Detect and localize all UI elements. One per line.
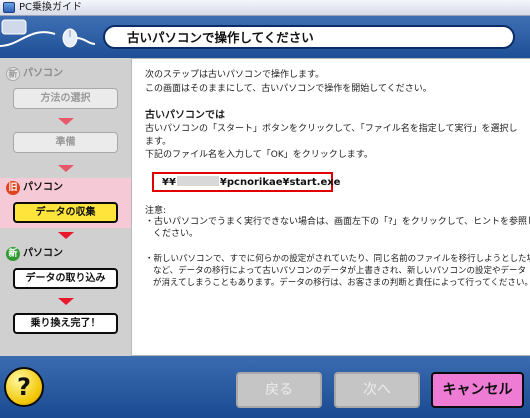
header-banner: 古いパソコンで操作してください bbox=[0, 16, 530, 58]
header-title-box: 古いパソコンで操作してください bbox=[103, 25, 515, 49]
old-pc-heading: 古いパソコンでは bbox=[145, 110, 225, 121]
footer-bar: ? 戻る 次へ キャンセル bbox=[0, 356, 530, 418]
window-title: PC乗換ガイド bbox=[19, 2, 83, 13]
new-badge-icon: 新 bbox=[6, 67, 20, 81]
path-suffix: ¥pcnorikae¥start.exe bbox=[219, 177, 341, 188]
note-text: ください。 bbox=[153, 229, 199, 239]
step-data-import: データの取り込み bbox=[13, 268, 118, 289]
step-preparation: 準備 bbox=[13, 132, 118, 153]
cancel-button[interactable]: キャンセル bbox=[431, 372, 524, 408]
back-button[interactable]: 戻る bbox=[236, 372, 322, 408]
section-label: パソコン bbox=[23, 68, 63, 79]
redacted-hostname bbox=[176, 176, 219, 186]
step-migration-complete: 乗り換え完了！ bbox=[13, 313, 118, 334]
file-path: ¥¥ ¥pcnorikae¥start.exe bbox=[162, 176, 340, 188]
arrow-down-icon bbox=[58, 232, 74, 239]
next-button[interactable]: 次へ bbox=[334, 372, 420, 408]
note-text: が消えてしまうこともあります。データの移行は、お客さまの判断と責任によって行って… bbox=[153, 278, 530, 288]
intro-text: 次のステップは古いパソコンで操作します。 bbox=[145, 70, 325, 80]
note-text: ・新しいパソコンで、すでに何らかの設定がされていたり、同じ名前のファイルを移行し… bbox=[145, 254, 530, 264]
instruction-text: 古いパソコンの「スタート」ボタンをクリックして、「ファイル名を指定して実行」を選… bbox=[145, 124, 518, 134]
arrow-down-icon bbox=[58, 165, 74, 172]
step-sidebar: 新 パソコン 方法の選択 準備 旧 パソコン データの収集 新 パソコン データ… bbox=[0, 58, 131, 356]
help-button[interactable]: ? bbox=[4, 367, 44, 407]
file-path-box: ¥¥ ¥pcnorikae¥start.exe bbox=[152, 172, 340, 192]
title-bar: PC乗換ガイド bbox=[0, 0, 530, 16]
question-icon: ? bbox=[17, 373, 31, 401]
cable-mouse-icon bbox=[0, 19, 95, 48]
instruction-panel bbox=[131, 58, 530, 356]
instruction-text: 下記のファイル名を入力して「OK」をクリックします。 bbox=[145, 150, 373, 160]
arrow-down-icon bbox=[58, 298, 74, 305]
path-prefix: ¥¥ bbox=[162, 177, 176, 188]
intro-text: この画面はそのままにして、古いパソコンで操作を開始してください。 bbox=[145, 84, 432, 94]
note-text: ・古いパソコンでうまく実行できない場合は、画面左下の「?」をクリックして、ヒント… bbox=[145, 217, 530, 227]
note-text: など、データの移行によって古いパソコンのデータが上書きされ、新しいパソコンの設定… bbox=[153, 266, 526, 276]
section-label: パソコン bbox=[23, 248, 63, 259]
arrow-down-icon bbox=[58, 118, 74, 125]
step-method-selection: 方法の選択 bbox=[13, 88, 118, 109]
page-title: 古いパソコンで操作してください bbox=[127, 30, 314, 45]
instruction-text: ます。 bbox=[145, 137, 172, 147]
new-badge-icon: 新 bbox=[6, 247, 20, 261]
section-label: パソコン bbox=[23, 182, 63, 193]
step-data-collection: データの収集 bbox=[13, 202, 118, 223]
app-icon bbox=[3, 2, 15, 13]
old-badge-icon: 旧 bbox=[6, 181, 20, 195]
